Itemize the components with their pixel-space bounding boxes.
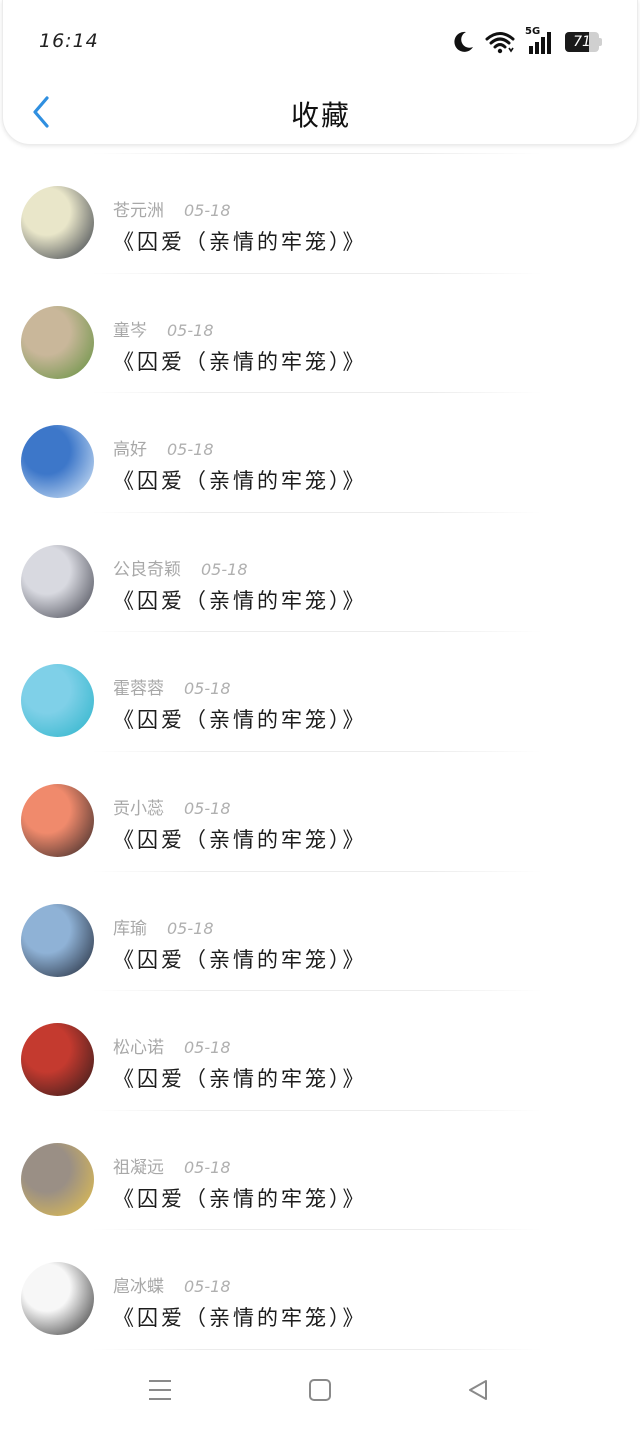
author-name: 库瑜 <box>113 918 147 939</box>
home-icon <box>309 1379 331 1401</box>
item-meta: 松心诺 05-18 <box>113 1033 231 1058</box>
item-date: 05-18 <box>184 1277 231 1297</box>
author-name: 扈冰蝶 <box>113 1277 164 1298</box>
status-time: 16:14 <box>39 30 99 52</box>
item-date: 05-18 <box>184 679 231 699</box>
author-name: 童岑 <box>113 320 147 341</box>
wifi-icon <box>485 30 515 54</box>
list-item[interactable]: 高好 05-18 《囚爱（亲情的牢笼）》 <box>0 393 640 513</box>
avatar[interactable] <box>21 1142 94 1216</box>
avatar[interactable] <box>21 903 94 977</box>
avatar[interactable] <box>21 425 94 499</box>
status-bar: 16:14 5G 71 <box>3 0 639 84</box>
item-date: 05-18 <box>167 440 214 460</box>
avatar[interactable] <box>21 1262 94 1336</box>
favorites-screen: 16:14 5G 71 收藏 苍元洲 05-18 《囚爱（亲情的牢笼）》 童岑 … <box>0 0 640 1429</box>
list-item[interactable]: 童岑 05-18 《囚爱（亲情的牢笼）》 <box>0 274 640 394</box>
author-name: 霍蓉蓉 <box>113 679 164 700</box>
author-name: 贡小蕊 <box>113 799 164 819</box>
item-date: 05-18 <box>184 799 231 818</box>
item-meta: 祖凝远 05-18 <box>113 1153 231 1178</box>
item-meta: 库瑜 05-18 <box>113 914 214 939</box>
system-back-button[interactable] <box>458 1372 498 1408</box>
item-date: 05-18 <box>201 559 248 579</box>
header: 16:14 5G 71 收藏 <box>2 0 638 145</box>
item-meta: 童岑 05-18 <box>113 316 214 341</box>
item-title[interactable]: 《囚爱（亲情的牢笼）》 <box>113 1063 367 1093</box>
avatar[interactable] <box>21 664 94 738</box>
list-item[interactable]: 松心诺 05-18 《囚爱（亲情的牢笼）》 <box>0 991 640 1111</box>
item-date: 05-18 <box>167 320 214 340</box>
list-item[interactable]: 库瑜 05-18 《囚爱（亲情的牢笼）》 <box>0 872 640 992</box>
nav-bar: 收藏 <box>3 84 639 144</box>
list-item[interactable]: 祖凝远 05-18 《囚爱（亲情的牢笼）》 <box>0 1111 640 1231</box>
item-date: 05-18 <box>184 1038 231 1058</box>
item-title[interactable]: 《囚爱（亲情的牢笼）》 <box>113 465 367 495</box>
item-meta: 高好 05-18 <box>113 435 214 460</box>
item-meta: 公良奇颖 05-18 <box>113 555 248 580</box>
item-title[interactable]: 《囚爱（亲情的牢笼）》 <box>113 824 367 854</box>
author-name: 祖凝远 <box>113 1157 164 1178</box>
item-date: 05-18 <box>184 1157 231 1177</box>
avatar[interactable] <box>21 305 94 379</box>
list-item[interactable]: 苍元洲 05-18 《囚爱（亲情的牢笼）》 <box>0 154 640 274</box>
system-nav-bar <box>0 1350 640 1429</box>
avatar[interactable] <box>21 784 94 857</box>
item-meta: 扈冰蝶 05-18 <box>113 1272 231 1297</box>
list-item[interactable]: 贡小蕊 05-18 《囚爱（亲情的牢笼）》 <box>0 752 640 872</box>
back-triangle-icon <box>469 1380 487 1400</box>
author-name: 苍元洲 <box>113 201 164 221</box>
menu-button[interactable] <box>140 1372 180 1408</box>
item-title[interactable]: 《囚爱（亲情的牢笼）》 <box>113 704 367 734</box>
list-item[interactable]: 扈冰蝶 05-18 《囚爱（亲情的牢笼）》 <box>0 1230 640 1350</box>
network-type-label: 5G <box>525 26 541 37</box>
author-name: 高好 <box>113 440 147 461</box>
home-button[interactable] <box>300 1372 340 1408</box>
moon-icon <box>451 30 475 54</box>
item-meta: 贡小蕊 05-18 <box>113 794 231 819</box>
item-meta: 苍元洲 05-18 <box>113 196 231 221</box>
item-date: 05-18 <box>184 201 231 220</box>
item-date: 05-18 <box>167 918 214 938</box>
status-icons: 5G 71 <box>451 26 603 58</box>
signal-icon: 5G <box>525 26 555 54</box>
author-name: 公良奇颖 <box>113 559 181 580</box>
item-title[interactable]: 《囚爱（亲情的牢笼）》 <box>113 1183 367 1213</box>
item-meta: 霍蓉蓉 05-18 <box>113 674 231 699</box>
item-title[interactable]: 《囚爱（亲情的牢笼）》 <box>113 944 367 974</box>
item-title[interactable]: 《囚爱（亲情的牢笼）》 <box>113 585 367 615</box>
list-item[interactable]: 霍蓉蓉 05-18 《囚爱（亲情的牢笼）》 <box>0 632 640 752</box>
item-title[interactable]: 《囚爱（亲情的牢笼）》 <box>113 346 367 376</box>
menu-icon <box>149 1380 171 1400</box>
item-title[interactable]: 《囚爱（亲情的牢笼）》 <box>113 1302 367 1332</box>
author-name: 松心诺 <box>113 1038 164 1059</box>
avatar[interactable] <box>21 186 94 259</box>
avatar[interactable] <box>21 544 94 618</box>
page-title: 收藏 <box>290 99 351 132</box>
battery-level: 71 <box>573 34 591 50</box>
list-item[interactable]: 公良奇颖 05-18 《囚爱（亲情的牢笼）》 <box>0 513 640 633</box>
item-title[interactable]: 《囚爱（亲情的牢笼）》 <box>113 226 367 256</box>
battery-icon: 71 <box>565 32 603 52</box>
avatar[interactable] <box>21 1023 94 1097</box>
